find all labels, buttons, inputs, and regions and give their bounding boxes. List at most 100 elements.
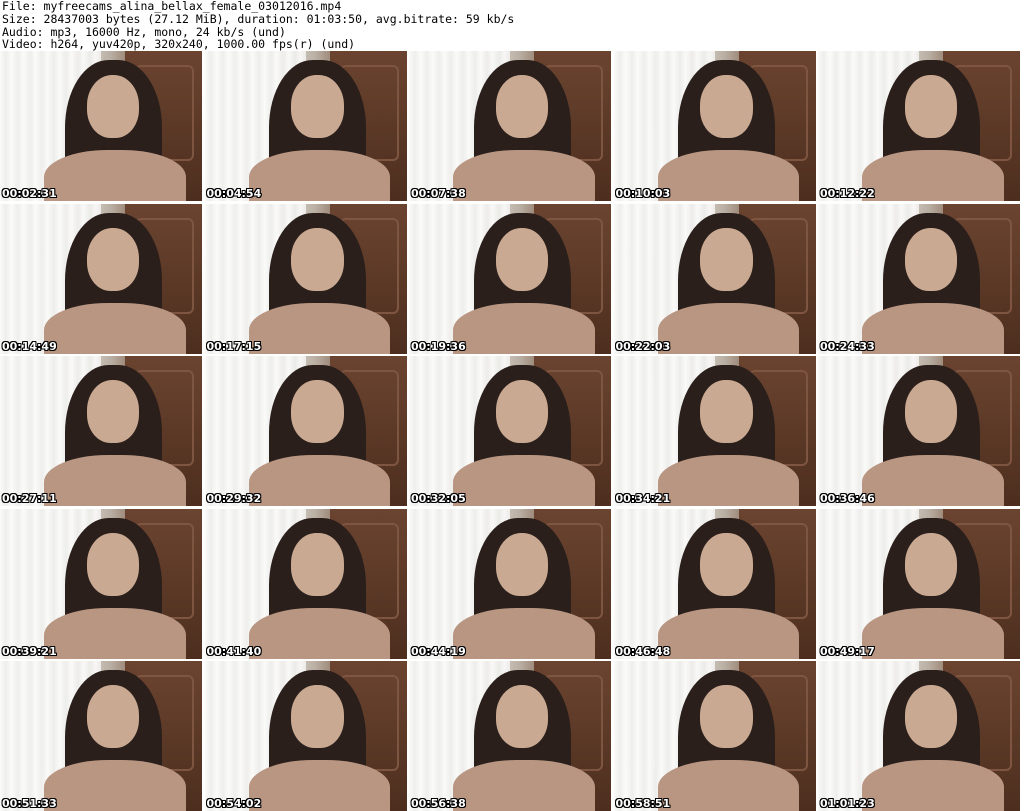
- thumbnail-face-shape: [700, 685, 753, 748]
- video-thumbnail[interactable]: 00:14:49: [0, 203, 202, 354]
- video-thumbnail[interactable]: 00:32:05: [409, 356, 611, 506]
- video-thumbnail[interactable]: 00:17:15: [204, 203, 407, 354]
- thumbnail-timestamp: 00:29:32: [206, 492, 262, 505]
- thumbnail-face-shape: [495, 685, 549, 748]
- video-thumbnail[interactable]: 00:46:48: [613, 508, 816, 659]
- thumbnail-timestamp: 00:41:40: [206, 644, 262, 658]
- thumbnail-timestamp: 00:17:15: [206, 339, 262, 353]
- thumbnail-shoulders-shape: [248, 455, 391, 506]
- video-thumbnail[interactable]: 00:29:32: [204, 356, 407, 506]
- video-thumbnail[interactable]: 00:56:38: [409, 661, 611, 811]
- thumbnail-face-shape: [700, 227, 753, 291]
- thumbnail-shoulders-shape: [862, 302, 1004, 354]
- thumbnail-shoulders-shape: [44, 607, 186, 659]
- thumbnail-timestamp: 00:12:22: [820, 187, 875, 200]
- thumbnail-face-shape: [291, 75, 344, 138]
- thumbnail-shoulders-shape: [657, 302, 800, 354]
- thumbnail-timestamp: 00:14:49: [2, 339, 57, 353]
- thumbnail-face-shape: [86, 380, 140, 443]
- video-thumbnail[interactable]: 00:24:33: [818, 203, 1020, 354]
- thumbnail-face-shape: [291, 227, 344, 291]
- video-thumbnail[interactable]: 00:04:54: [204, 51, 407, 201]
- thumbnail-timestamp: 00:24:33: [820, 339, 875, 353]
- thumbnail-shoulders-shape: [248, 302, 391, 354]
- video-thumbnail[interactable]: 00:51:33: [0, 661, 202, 811]
- video-thumbnail[interactable]: 00:58:51: [613, 661, 816, 811]
- thumbnail-shoulders-shape: [44, 760, 186, 811]
- thumbnail-shoulders-shape: [44, 302, 186, 354]
- thumbnail-timestamp: 00:56:38: [411, 797, 466, 810]
- video-thumbnail[interactable]: 00:54:02: [204, 661, 407, 811]
- video-thumbnail[interactable]: 00:49:17: [818, 508, 1020, 659]
- thumbnail-face-shape: [700, 380, 753, 443]
- thumbnail-timestamp: 00:07:38: [411, 187, 466, 200]
- thumbnail-face-shape: [904, 685, 958, 748]
- thumbnail-timestamp: 00:22:03: [615, 339, 671, 353]
- thumbnail-shoulders-shape: [44, 150, 186, 201]
- thumbnail-shoulders-shape: [453, 455, 595, 506]
- thumbnail-shoulders-shape: [44, 455, 186, 506]
- video-thumbnail[interactable]: 00:36:46: [818, 356, 1020, 506]
- file-size-line: Size: 28437003 bytes (27.12 MiB), durati…: [2, 11, 515, 26]
- thumbnail-timestamp: 01:01:23: [820, 797, 875, 810]
- thumbnail-timestamp: 00:10:03: [615, 187, 671, 200]
- video-thumbnail[interactable]: 00:22:03: [613, 203, 816, 354]
- thumbnail-face-shape: [495, 227, 549, 291]
- thumbnail-face-shape: [86, 227, 140, 291]
- thumbnail-face-shape: [700, 532, 753, 596]
- thumbnail-face-shape: [904, 380, 958, 443]
- thumbnail-timestamp: 00:49:17: [820, 644, 875, 658]
- video-thumbnail[interactable]: 00:19:36: [409, 203, 611, 354]
- video-info-line: Video: h264, yuv420p, 320x240, 1000.00 f…: [2, 37, 356, 52]
- thumbnail-timestamp: 00:44:19: [411, 644, 466, 658]
- video-thumbnail[interactable]: 00:44:19: [409, 508, 611, 659]
- video-thumbnail[interactable]: 00:07:38: [409, 51, 611, 201]
- video-thumbnail[interactable]: 00:27:11: [0, 356, 202, 506]
- thumbnail-face-shape: [291, 532, 344, 596]
- thumbnail-timestamp: 00:36:46: [820, 492, 875, 505]
- video-thumbnail[interactable]: 00:41:40: [204, 508, 407, 659]
- thumbnail-grid: 00:02:31 00:04:54 00:07:38 00:10:03 00:12:22…: [0, 51, 1024, 811]
- thumbnail-face-shape: [291, 685, 344, 748]
- thumbnail-timestamp: 00:02:31: [2, 187, 57, 200]
- thumbnail-face-shape: [904, 532, 958, 596]
- thumbnail-timestamp: 00:39:21: [2, 644, 57, 658]
- thumbnail-shoulders-shape: [248, 760, 391, 811]
- thumbnail-face-shape: [86, 75, 140, 138]
- thumbnail-timestamp: 00:27:11: [2, 492, 57, 505]
- video-thumbnail[interactable]: 00:39:21: [0, 508, 202, 659]
- video-thumbnail[interactable]: 01:01:23: [818, 661, 1020, 811]
- thumbnail-shoulders-shape: [862, 760, 1004, 811]
- thumbnail-shoulders-shape: [453, 150, 595, 201]
- video-thumbnail[interactable]: 00:10:03: [613, 51, 816, 201]
- thumbnail-shoulders-shape: [657, 760, 800, 811]
- video-thumbnail[interactable]: 00:02:31: [0, 51, 202, 201]
- thumbnail-shoulders-shape: [248, 150, 391, 201]
- file-name-line: File: myfreecams_alina_bellax_female_030…: [2, 0, 342, 13]
- thumbnail-face-shape: [904, 227, 958, 291]
- file-info-header: File: myfreecams_alina_bellax_female_030…: [2, 0, 1022, 51]
- thumbnail-timestamp: 00:58:51: [615, 797, 671, 810]
- thumbnail-shoulders-shape: [862, 607, 1004, 659]
- thumbnail-shoulders-shape: [453, 760, 595, 811]
- video-thumbnail[interactable]: 00:34:21: [613, 356, 816, 506]
- thumbnail-shoulders-shape: [862, 150, 1004, 201]
- thumbnail-face-shape: [495, 75, 549, 138]
- video-thumbnail[interactable]: 00:12:22: [818, 51, 1020, 201]
- thumbnail-shoulders-shape: [657, 150, 800, 201]
- thumbnail-timestamp: 00:04:54: [206, 187, 262, 200]
- thumbnail-timestamp: 00:51:33: [2, 797, 57, 810]
- thumbnail-timestamp: 00:34:21: [615, 492, 671, 505]
- thumbnail-shoulders-shape: [248, 607, 391, 659]
- thumbnail-face-shape: [495, 380, 549, 443]
- thumbnail-face-shape: [86, 532, 140, 596]
- thumbnail-timestamp: 00:32:05: [411, 492, 466, 505]
- thumbnail-timestamp: 00:46:48: [615, 644, 671, 658]
- thumbnail-face-shape: [700, 75, 753, 138]
- thumbnail-face-shape: [291, 380, 344, 443]
- thumbnail-face-shape: [495, 532, 549, 596]
- thumbnail-shoulders-shape: [453, 607, 595, 659]
- thumbnail-shoulders-shape: [453, 302, 595, 354]
- thumbnail-timestamp: 00:54:02: [206, 797, 262, 810]
- thumbnail-face-shape: [904, 75, 958, 138]
